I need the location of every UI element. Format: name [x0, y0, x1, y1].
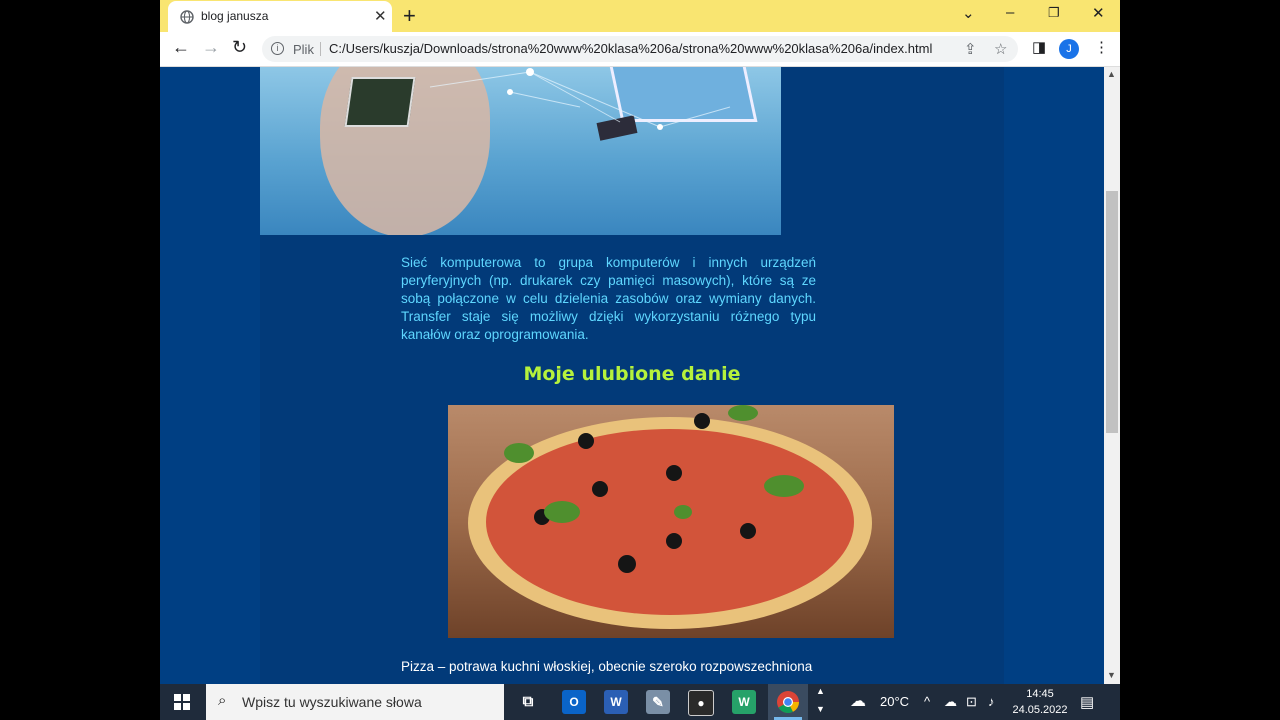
pizza-paragraph: Pizza – potrawa kuchni włoskiej, obecnie… [401, 659, 813, 674]
back-icon[interactable]: ← [172, 37, 190, 58]
chrome-icon [777, 691, 799, 713]
url-text[interactable]: C:/Users/kuszja/Downloads/strona%20www%2… [329, 41, 932, 56]
browser-window: blog janusza ✕ + ⌄ – ❐ ✕ ← → ↻ i Plik C:… [160, 0, 1120, 684]
reload-icon[interactable]: ↻ [232, 37, 247, 58]
olive [740, 523, 756, 539]
bookmark-star-icon[interactable]: ☆ [994, 40, 1007, 58]
tab-strip: blog janusza ✕ + ⌄ – ❐ ✕ [160, 0, 1120, 32]
olive [592, 481, 608, 497]
scroll-tray-up-icon[interactable]: ▲ [816, 686, 825, 696]
basil-leaf [544, 501, 580, 523]
network-paragraph: Sieć komputerowa to grupa komputerów i i… [401, 255, 816, 342]
network-icon[interactable]: ⊡ [966, 694, 977, 710]
taskbar: ⌕ Wpisz tu wyszukiwane słowa ⧉ O W ✎ ● W… [160, 684, 1120, 720]
scroll-thumb[interactable] [1106, 191, 1118, 433]
windows-start-icon[interactable] [174, 694, 190, 710]
scroll-up-icon[interactable]: ▲ [1107, 69, 1116, 79]
forward-icon[interactable]: → [202, 37, 220, 58]
chevron-up-icon[interactable]: ^ [924, 694, 930, 709]
basil-leaf [674, 505, 692, 519]
tab-search-icon[interactable]: ⌄ [962, 4, 975, 22]
word-icon[interactable]: W [604, 690, 628, 714]
page-viewport: Sieć komputerowa to grupa komputerów i i… [160, 67, 1104, 684]
recorder-icon[interactable]: ● [688, 690, 714, 716]
close-tab-icon[interactable]: ✕ [374, 7, 387, 25]
clock-date: 24.05.2022 [1012, 704, 1068, 716]
close-window-icon[interactable]: ✕ [1092, 4, 1105, 22]
restore-icon[interactable]: ❐ [1048, 5, 1060, 21]
basil-leaf [728, 405, 758, 421]
search-icon: ⌕ [218, 692, 227, 709]
volume-icon[interactable]: ♪ [988, 694, 995, 709]
side-panel-icon[interactable]: ◨ [1032, 38, 1046, 56]
scroll-down-icon[interactable]: ▼ [1107, 670, 1116, 680]
share-icon[interactable]: ⇪ [964, 40, 977, 58]
paint-icon[interactable]: ✎ [646, 690, 670, 714]
toolbar: ← → ↻ i Plik C:/Users/kuszja/Downloads/s… [160, 32, 1120, 67]
basil-leaf [504, 443, 534, 463]
notification-icon[interactable]: ▤ [1080, 693, 1094, 711]
network-image [260, 67, 781, 235]
taskbar-search[interactable]: ⌕ Wpisz tu wyszukiwane słowa [206, 684, 504, 720]
globe-icon [180, 10, 194, 24]
olive [694, 413, 710, 429]
weather-cloud-icon[interactable]: ☁ [850, 691, 866, 711]
olive [578, 433, 594, 449]
section-heading: Moje ulubione danie [523, 363, 741, 385]
clock-time: 14:45 [1026, 688, 1054, 700]
tab-blog[interactable]: blog janusza ✕ [168, 1, 392, 32]
vertical-scrollbar[interactable]: ▲ ▼ [1104, 67, 1120, 684]
task-view-icon[interactable]: ⧉ [516, 690, 540, 714]
olive [666, 533, 682, 549]
outlook-icon[interactable]: O [562, 690, 586, 714]
avatar[interactable]: J [1059, 39, 1079, 59]
info-icon[interactable]: i [271, 42, 284, 55]
onedrive-icon[interactable]: ☁ [944, 694, 957, 710]
olive [666, 465, 682, 481]
temperature[interactable]: 20°C [880, 694, 909, 709]
network-lines [429, 68, 731, 130]
minimize-icon[interactable]: – [1006, 4, 1014, 21]
scheme-label: Plik [293, 42, 314, 57]
olive [618, 555, 636, 573]
search-placeholder: Wpisz tu wyszukiwane słowa [242, 694, 422, 710]
menu-kebab-icon[interactable]: ⋮ [1094, 38, 1109, 56]
new-tab-button[interactable]: + [403, 3, 416, 29]
basil-leaf [764, 475, 804, 497]
pizza-image [448, 405, 894, 638]
address-bar[interactable]: i Plik C:/Users/kuszja/Downloads/strona%… [262, 36, 1018, 62]
scroll-tray-down-icon[interactable]: ▼ [816, 704, 825, 714]
tab-title: blog janusza [201, 9, 269, 23]
chrome-taskbar-button[interactable] [768, 684, 808, 720]
clock[interactable]: 14:45 24.05.2022 [1010, 686, 1070, 718]
editor-icon[interactable]: W [732, 690, 756, 714]
divider [320, 42, 321, 56]
